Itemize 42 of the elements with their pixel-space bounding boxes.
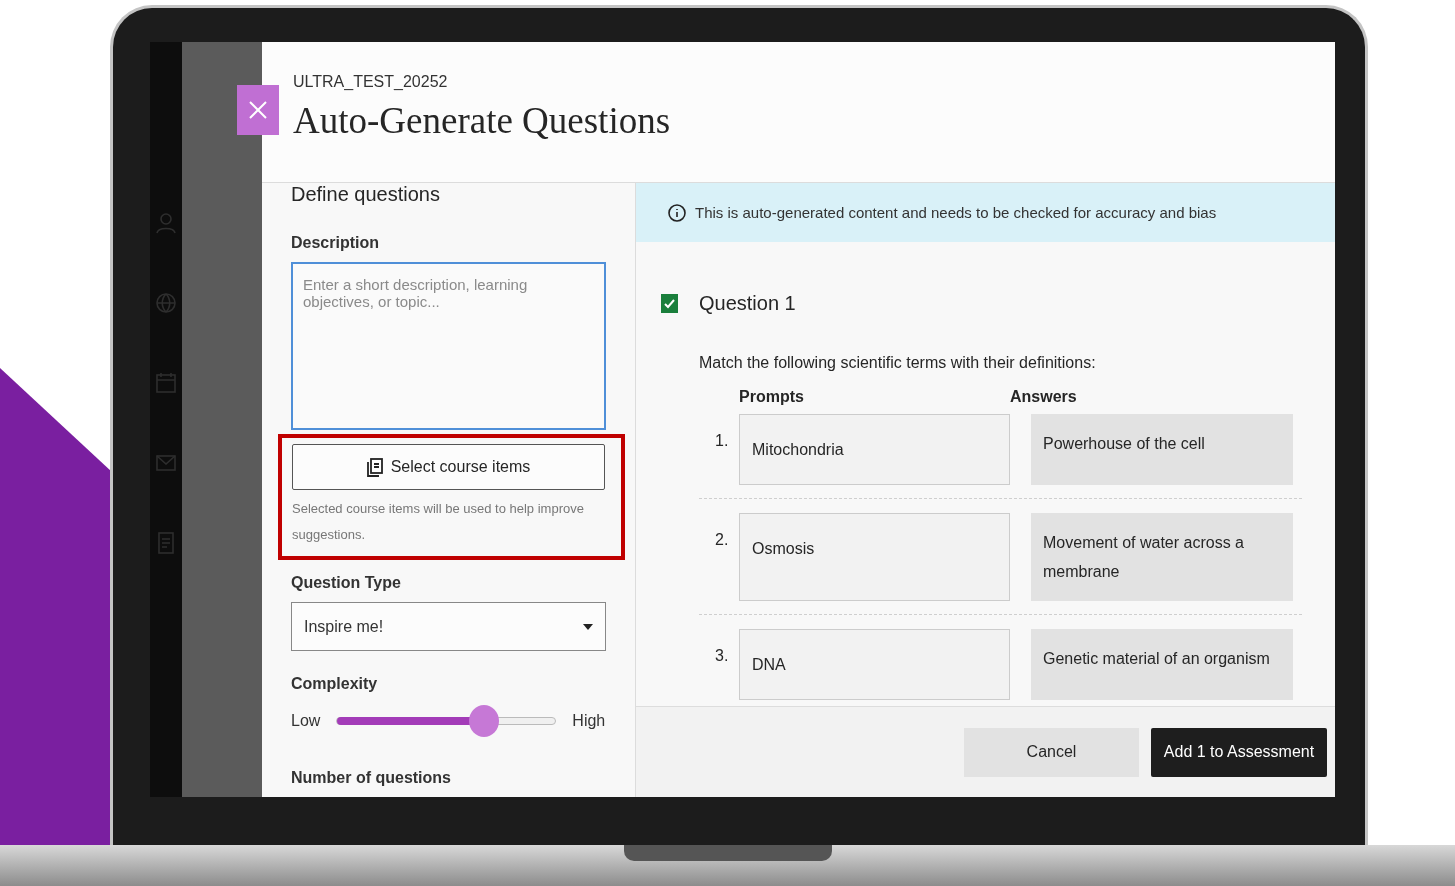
prompt-cell: DNA — [739, 629, 1010, 700]
slider-max-label: High — [572, 712, 606, 730]
answer-cell: Genetic material of an organism — [1031, 629, 1293, 700]
document-icon — [156, 532, 176, 554]
close-button[interactable] — [237, 85, 279, 135]
answer-cell: Powerhouse of the cell — [1031, 414, 1293, 485]
mail-icon — [156, 452, 176, 474]
slider-thumb[interactable] — [468, 705, 499, 737]
caret-icon — [583, 623, 593, 630]
prompt-cell: Osmosis — [739, 513, 1010, 601]
close-icon — [249, 101, 267, 119]
field-label: Description — [291, 234, 380, 252]
globe-icon — [156, 292, 176, 314]
answer-cell: Movement of water across a membrane — [1031, 513, 1293, 601]
question-title: Question 1 — [699, 292, 796, 315]
column-heading: Prompts — [739, 388, 805, 407]
course-code: ULTRA_TEST_20252 — [293, 73, 449, 91]
slider-min-label: Low — [291, 712, 321, 730]
add-button[interactable]: Add 1 to Assessment — [1151, 727, 1327, 777]
dialog-title: Auto-Generate Questions — [293, 99, 672, 142]
calendar-icon — [156, 372, 176, 394]
cancel-button[interactable]: Cancel — [964, 727, 1139, 777]
item-number: 3. — [714, 646, 730, 666]
prompt-cell: Mitochondria — [739, 414, 1010, 485]
field-label: Complexity — [291, 675, 379, 693]
field-label: Number of questions — [291, 769, 452, 787]
section-heading: Define questions — [291, 183, 441, 206]
checkmark-icon — [664, 298, 675, 309]
item-number: 2. — [714, 530, 730, 550]
item-number: 1. — [714, 431, 730, 451]
question-instruction: Match the following scientific terms with their definitions: — [699, 354, 1097, 372]
notice-text: This is auto-generated content and needs to be checked for accuracy and bias — [695, 204, 1217, 221]
question-type-select[interactable]: Inspire me! — [291, 602, 606, 651]
column-heading: Answers — [1010, 388, 1078, 407]
person-icon — [156, 212, 176, 234]
documents-icon — [366, 457, 383, 477]
description-field[interactable]: Enter a short description, learning objectives, or topic... — [291, 262, 606, 430]
select-course-items-button[interactable]: Select course items — [292, 444, 605, 490]
help-text: Selected course items will be used to help improve suggestions. — [292, 500, 585, 544]
info-icon — [668, 203, 686, 222]
field-label: Question Type — [291, 574, 402, 592]
checkbox[interactable] — [661, 294, 678, 313]
